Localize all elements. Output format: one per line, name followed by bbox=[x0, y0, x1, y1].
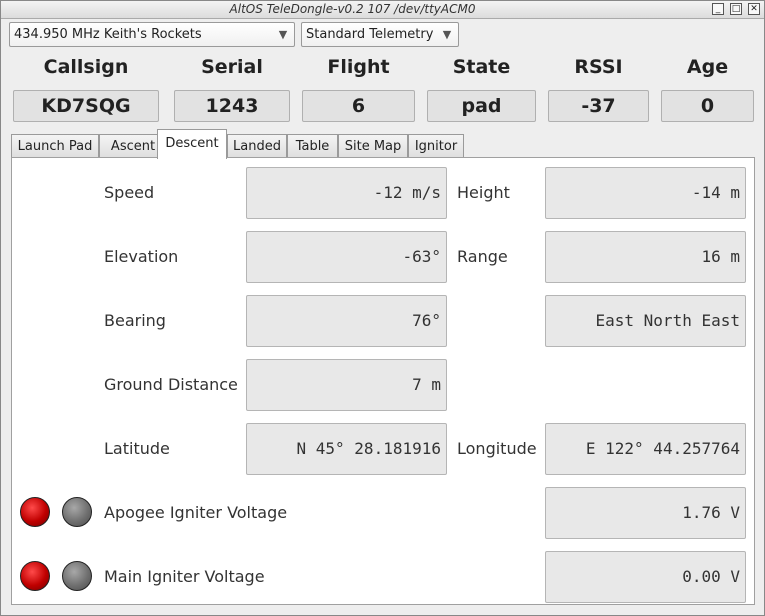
serial-value: 1243 bbox=[174, 90, 290, 122]
flight-header: Flight bbox=[327, 56, 390, 78]
serial-header: Serial bbox=[201, 56, 263, 78]
bearing-compass-value: East North East bbox=[545, 295, 746, 347]
latitude-label: Latitude bbox=[104, 439, 170, 458]
speed-label: Speed bbox=[104, 183, 155, 202]
maximize-icon[interactable]: □ bbox=[730, 3, 742, 15]
height-value: -14 m bbox=[545, 167, 746, 219]
chevron-down-icon: ▼ bbox=[442, 28, 452, 41]
apogee-continuity-led-icon bbox=[20, 497, 50, 527]
telemetry-format-select-value: Standard Telemetry bbox=[306, 27, 434, 42]
state-value: pad bbox=[427, 90, 536, 122]
close-icon[interactable]: ✕ bbox=[748, 3, 760, 15]
descent-panel: Speed -12 m/s Height -14 m Elevation -63… bbox=[11, 157, 755, 605]
tab-landed[interactable]: Landed bbox=[227, 134, 287, 158]
tab-ignitor[interactable]: Ignitor bbox=[408, 134, 464, 158]
tab-site-map[interactable]: Site Map bbox=[338, 134, 408, 158]
height-label: Height bbox=[457, 183, 510, 202]
bearing-value: 76° bbox=[246, 295, 447, 347]
tab-table[interactable]: Table bbox=[287, 134, 338, 158]
apogee-igniter-voltage-value: 1.76 V bbox=[545, 487, 746, 539]
main-continuity-led-icon bbox=[20, 561, 50, 591]
ground-distance-label: Ground Distance bbox=[104, 375, 238, 394]
chevron-down-icon: ▼ bbox=[278, 28, 288, 41]
range-value: 16 m bbox=[545, 231, 746, 283]
state-header: State bbox=[452, 56, 511, 78]
tab-descent[interactable]: Descent bbox=[157, 129, 227, 159]
speed-value: -12 m/s bbox=[246, 167, 447, 219]
bearing-label: Bearing bbox=[104, 311, 166, 330]
elevation-value: -63° bbox=[246, 231, 447, 283]
callsign-header: Callsign bbox=[43, 56, 129, 78]
rssi-header: RSSI bbox=[574, 56, 623, 78]
main-igniter-voltage-value: 0.00 V bbox=[545, 551, 746, 603]
frequency-select-value: 434.950 MHz Keith's Rockets bbox=[14, 27, 202, 42]
range-label: Range bbox=[457, 247, 508, 266]
longitude-label: Longitude bbox=[457, 439, 537, 458]
title-bar[interactable]: AltOS TeleDongle-v0.2 107 /dev/ttyACM0 _… bbox=[1, 1, 764, 19]
frequency-select[interactable]: 434.950 MHz Keith's Rockets ▼ bbox=[9, 22, 295, 47]
apogee-igniter-voltage-label: Apogee Igniter Voltage bbox=[104, 503, 288, 522]
window-title: AltOS TeleDongle-v0.2 107 /dev/ttyACM0 bbox=[229, 2, 476, 16]
age-header: Age bbox=[686, 56, 729, 78]
main-status-led-icon bbox=[62, 561, 92, 591]
app-window: AltOS TeleDongle-v0.2 107 /dev/ttyACM0 _… bbox=[0, 0, 765, 616]
telemetry-format-select[interactable]: Standard Telemetry ▼ bbox=[301, 22, 459, 47]
callsign-value: KD7SQG bbox=[13, 90, 159, 122]
flight-value: 6 bbox=[302, 90, 415, 122]
minimize-icon[interactable]: _ bbox=[712, 3, 724, 15]
ground-distance-value: 7 m bbox=[246, 359, 447, 411]
tab-launch-pad[interactable]: Launch Pad bbox=[11, 134, 99, 158]
main-igniter-voltage-label: Main Igniter Voltage bbox=[104, 567, 265, 586]
apogee-status-led-icon bbox=[62, 497, 92, 527]
elevation-label: Elevation bbox=[104, 247, 179, 266]
longitude-value: E 122° 44.257764 bbox=[545, 423, 746, 475]
latitude-value: N 45° 28.181916 bbox=[246, 423, 447, 475]
rssi-value: -37 bbox=[548, 90, 649, 122]
age-value: 0 bbox=[661, 90, 754, 122]
